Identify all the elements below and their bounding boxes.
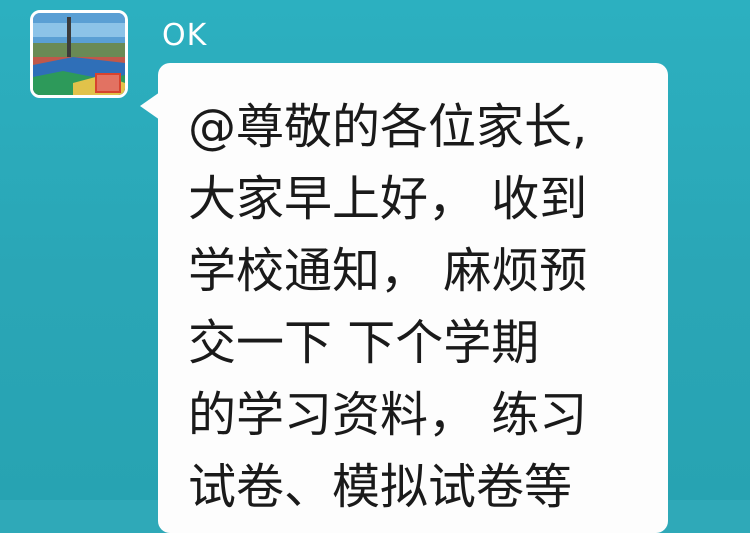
message-line: 学校通知， 麻烦预 — [188, 243, 588, 299]
message-line: 的学习资料， 练习 — [188, 387, 588, 443]
message-line: @尊敬的各位家长, — [188, 99, 588, 155]
sender-name: OK — [162, 18, 208, 53]
message-line: 试卷、模拟试卷等 — [188, 459, 573, 515]
message-line: 交一下 下个学期 — [188, 315, 540, 371]
message-text: @尊敬的各位家长, 大家早上好， 收到 学校通知， 麻烦预 交一下 下个学期 的… — [188, 91, 644, 523]
avatar[interactable] — [30, 10, 128, 98]
avatar-image-icon — [33, 13, 125, 95]
message-line: 大家早上好， 收到 — [188, 171, 588, 227]
chat-area: OK @尊敬的各位家长, 大家早上好， 收到 学校通知， 麻烦预 交一下 下个学… — [0, 0, 750, 533]
bubble-tail — [140, 92, 160, 120]
message-bubble[interactable]: @尊敬的各位家长, 大家早上好， 收到 学校通知， 麻烦预 交一下 下个学期 的… — [158, 63, 668, 533]
